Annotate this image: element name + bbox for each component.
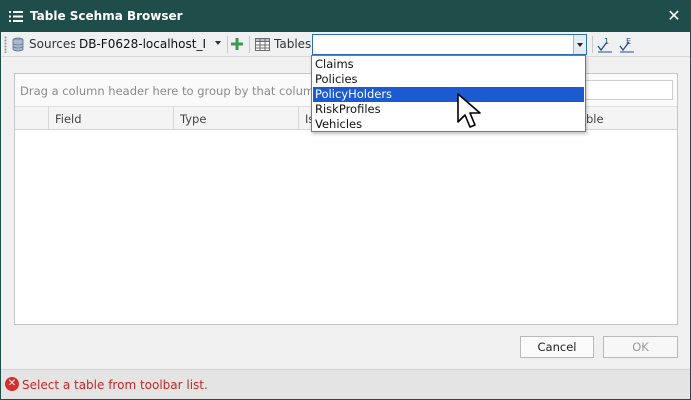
- toolbar-separator: [227, 36, 228, 53]
- mouse-pointer-icon: [457, 93, 481, 128]
- sort-ascending-icon[interactable]: 1: [597, 36, 613, 53]
- error-icon: ✕: [5, 377, 19, 391]
- database-icon: [12, 37, 24, 52]
- list-icon: [9, 11, 23, 22]
- close-button[interactable]: ✕: [662, 5, 686, 27]
- dropdown-item-policyholders[interactable]: PolicyHolders: [313, 87, 584, 102]
- toolbar: Sources DB-F0628-localhost_Insu Tables: [1, 32, 690, 57]
- dropdown-item-riskprofiles[interactable]: RiskProfiles: [313, 102, 584, 117]
- row-indicator-header: [15, 107, 48, 130]
- toolbar-separator: [249, 36, 250, 53]
- sources-label: Sources: [29, 37, 77, 51]
- tables-select[interactable]: [312, 34, 587, 55]
- cancel-button[interactable]: Cancel: [520, 336, 594, 358]
- sort-descending-icon[interactable]: E: [619, 36, 635, 53]
- dropdown-item-policies[interactable]: Policies: [313, 72, 584, 87]
- title-bar: Table Scehma Browser ✕: [1, 1, 690, 32]
- toolbar-grip[interactable]: [4, 36, 7, 53]
- tables-dropdown-button[interactable]: [573, 35, 586, 54]
- toolbar-separator: [592, 36, 593, 53]
- sources-select[interactable]: DB-F0628-localhost_Insu: [75, 34, 225, 55]
- status-bar: ✕ Select a table from toolbar list.: [1, 369, 690, 399]
- close-icon: ✕: [667, 6, 681, 25]
- chevron-down-icon: [215, 41, 221, 45]
- column-header-field[interactable]: Field: [48, 107, 173, 130]
- tables-dropdown-list: Claims Policies PolicyHolders RiskProfil…: [311, 55, 586, 132]
- table-grid-icon: [255, 38, 270, 51]
- tables-label: Tables: [274, 37, 312, 51]
- status-message: Select a table from toolbar list.: [22, 378, 208, 392]
- sources-select-value: DB-F0628-localhost_Insu: [79, 37, 207, 51]
- dropdown-item-vehicles[interactable]: Vehicles: [313, 117, 584, 132]
- dropdown-item-claims[interactable]: Claims: [313, 57, 584, 72]
- column-header-type[interactable]: Type: [173, 107, 298, 130]
- window-title: Table Scehma Browser: [30, 9, 183, 23]
- group-by-hint: Drag a column header here to group by th…: [20, 84, 322, 98]
- ok-button[interactable]: OK: [603, 336, 678, 358]
- plus-icon[interactable]: [231, 38, 243, 50]
